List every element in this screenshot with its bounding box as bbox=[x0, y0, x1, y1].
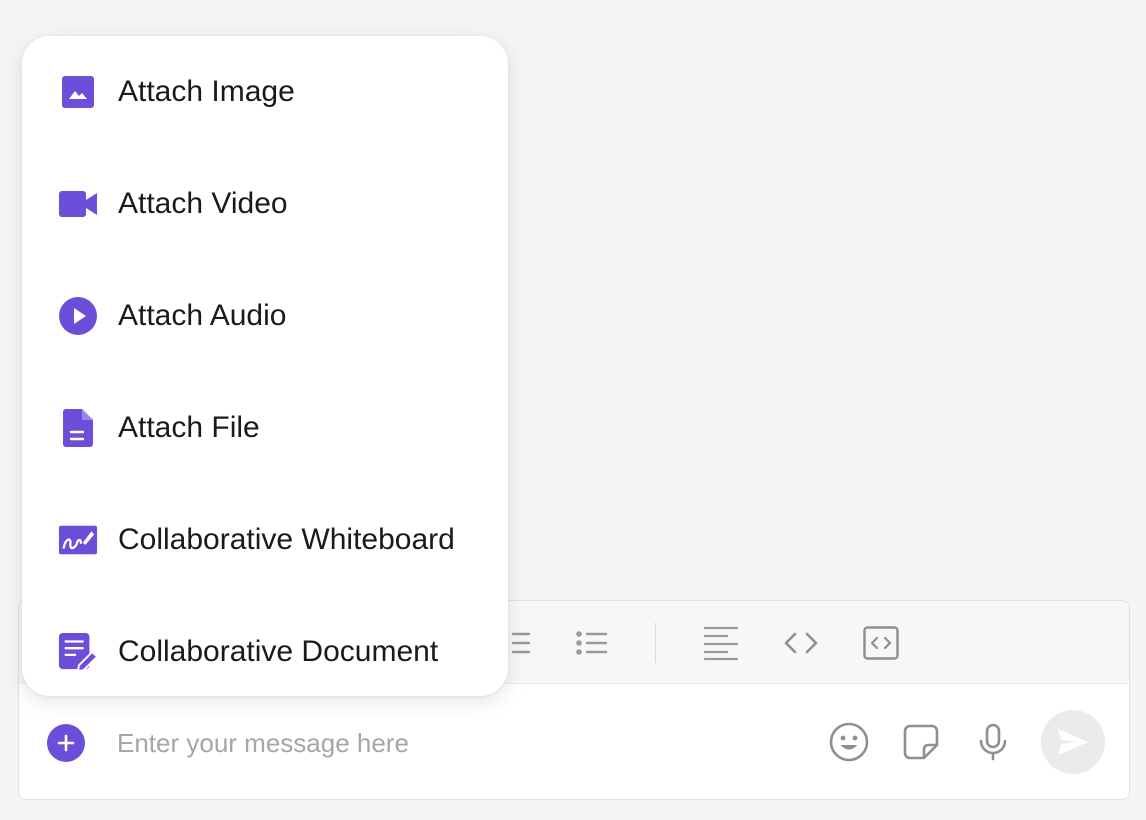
bulleted-list-icon bbox=[576, 631, 608, 655]
menu-item-attach-video[interactable]: Attach Video bbox=[22, 164, 508, 244]
menu-item-attach-audio[interactable]: Attach Audio bbox=[22, 276, 508, 356]
document-edit-icon bbox=[58, 632, 98, 673]
image-icon bbox=[58, 72, 98, 112]
menu-item-collaborative-document[interactable]: Collaborative Document bbox=[22, 612, 508, 692]
toolbar-divider bbox=[655, 623, 656, 663]
menu-item-attach-file[interactable]: Attach File bbox=[22, 388, 508, 468]
emoji-button[interactable] bbox=[827, 720, 871, 764]
inline-code-button[interactable] bbox=[781, 623, 821, 663]
video-icon bbox=[58, 184, 98, 224]
menu-item-label: Attach Image bbox=[118, 75, 295, 108]
bulleted-list-button[interactable] bbox=[571, 623, 611, 663]
send-button[interactable] bbox=[1041, 710, 1105, 774]
message-input[interactable] bbox=[115, 720, 799, 766]
menu-item-label: Collaborative Document bbox=[118, 635, 439, 668]
align-left-icon bbox=[703, 626, 739, 661]
code-block-icon bbox=[863, 626, 899, 660]
sticker-button[interactable] bbox=[899, 720, 943, 764]
message-input-row bbox=[19, 684, 1129, 799]
attachment-menu: Attach Image Attach Video Attach Audio A… bbox=[22, 36, 508, 696]
menu-item-label: Attach File bbox=[118, 411, 260, 444]
add-attachment-button[interactable] bbox=[47, 724, 85, 762]
microphone-icon bbox=[979, 723, 1007, 761]
align-left-button[interactable] bbox=[701, 623, 741, 663]
add-icon bbox=[57, 734, 75, 752]
code-icon bbox=[784, 632, 818, 654]
sticker-icon bbox=[903, 724, 939, 760]
code-block-button[interactable] bbox=[861, 623, 901, 663]
voice-message-button[interactable] bbox=[971, 720, 1015, 764]
menu-item-label: Attach Video bbox=[118, 187, 288, 220]
menu-item-collaborative-whiteboard[interactable]: Collaborative Whiteboard bbox=[22, 500, 508, 580]
menu-item-label: Collaborative Whiteboard bbox=[118, 523, 455, 556]
whiteboard-icon bbox=[58, 520, 98, 560]
chat-page: Attach Image Attach Video Attach Audio bbox=[0, 0, 1146, 820]
menu-item-label: Attach Audio bbox=[118, 299, 287, 332]
menu-item-attach-image[interactable]: Attach Image bbox=[22, 52, 508, 132]
audio-play-icon bbox=[58, 296, 98, 336]
file-icon bbox=[58, 408, 98, 448]
emoji-icon bbox=[829, 722, 869, 762]
send-icon bbox=[1058, 729, 1088, 755]
